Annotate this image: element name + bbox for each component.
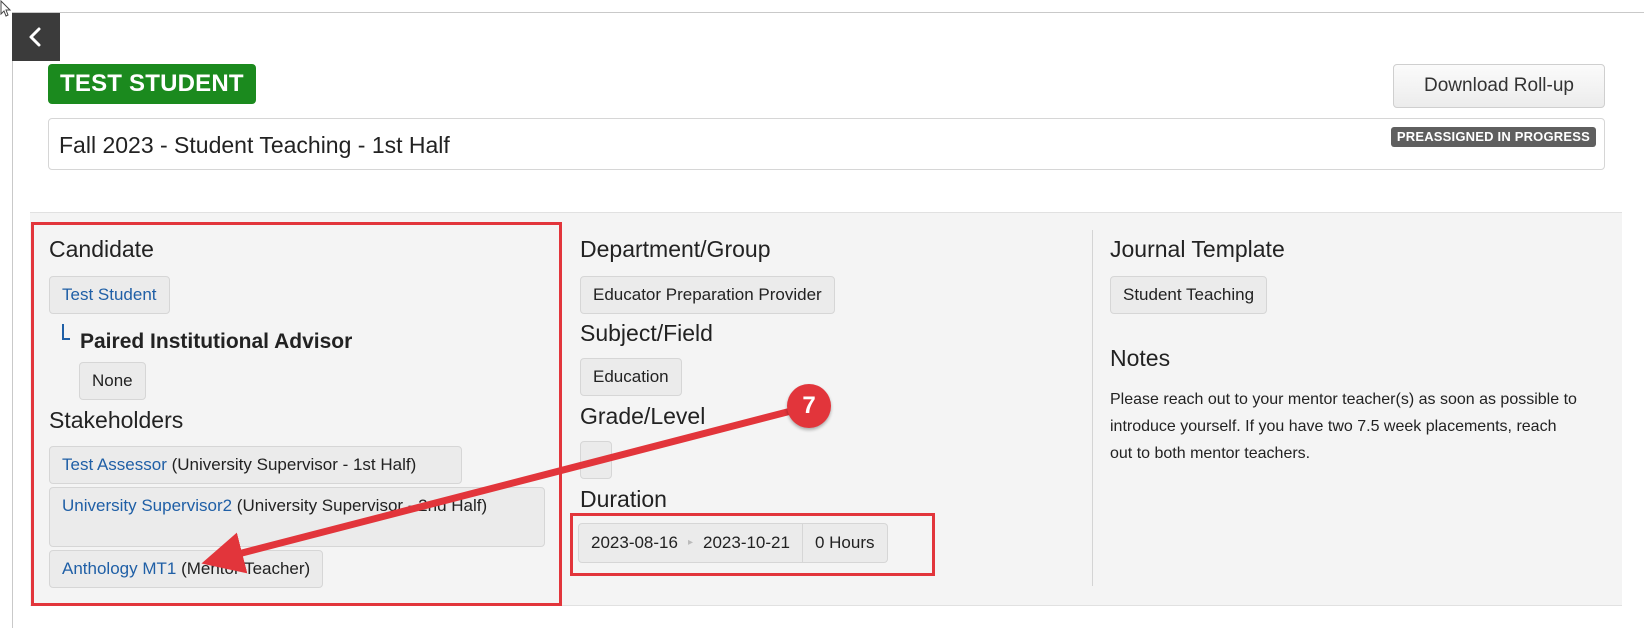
grade-heading: Grade/Level (580, 403, 706, 429)
placement-title: Fall 2023 - Student Teaching - 1st Half (59, 132, 450, 158)
notes-text: Please reach out to your mentor teacher(… (1110, 391, 1577, 462)
department-chip: Educator Preparation Provider (580, 276, 835, 314)
placement-title-box: Fall 2023 - Student Teaching - 1st Half … (48, 118, 1605, 170)
notes-heading: Notes (1110, 345, 1171, 371)
grade-chip: - (580, 441, 612, 479)
subject-chip: Education (580, 358, 682, 396)
department-heading: Department/Group (580, 236, 771, 262)
chevron-left-icon (29, 27, 41, 47)
subject-heading: Subject/Field (580, 320, 713, 346)
back-button[interactable] (12, 13, 60, 61)
student-name-badge: TEST STUDENT (48, 64, 256, 104)
annotation-step-badge: 7 (787, 384, 831, 428)
status-badge: PREASSIGNED IN PROGRESS (1390, 127, 1596, 147)
download-rollup-button[interactable]: Download Roll-up (1393, 64, 1605, 108)
journal-template-chip: Student Teaching (1110, 276, 1268, 314)
duration-highlight-box (570, 513, 935, 576)
duration-heading: Duration (580, 486, 667, 512)
journal-template-heading: Journal Template (1110, 236, 1285, 262)
column-divider (1092, 230, 1093, 586)
candidate-highlight-box (31, 222, 562, 606)
